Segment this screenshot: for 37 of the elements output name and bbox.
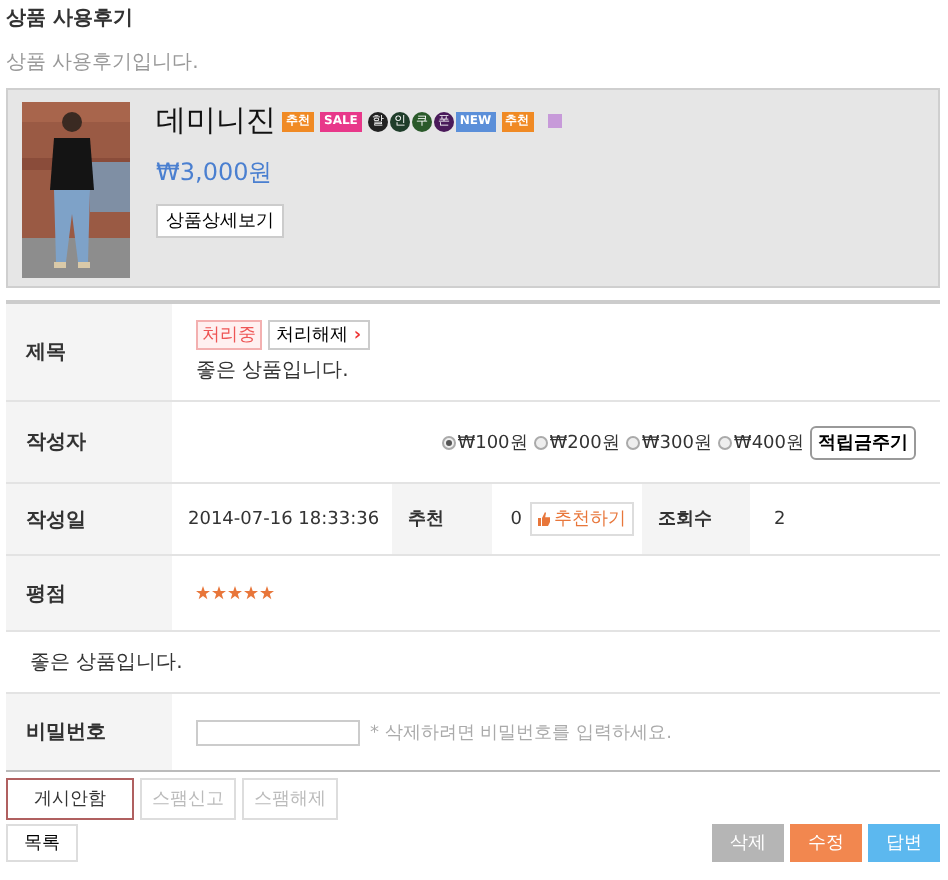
release-button[interactable]: 처리해제 › [268, 320, 370, 350]
radio-label: ₩200원 [549, 431, 620, 455]
product-name: 데미니진 [156, 102, 276, 140]
product-detail-button[interactable]: 상품상세보기 [156, 204, 284, 238]
radio-button[interactable] [717, 435, 732, 449]
thumb-icon [538, 512, 550, 526]
date-value: 2014-07-16 18:33:36 [188, 509, 380, 529]
field-label: 제목 [26, 340, 66, 366]
review-content: 좋은 상품입니다. [30, 650, 183, 676]
field-label: 비밀번호 [26, 720, 106, 746]
page-subtitle: 상품 사용후기입니다. [6, 50, 199, 76]
field-label: 작성일 [26, 507, 86, 533]
recommend-button[interactable]: 추천하기 [530, 502, 634, 536]
action-button[interactable]: 삭제 [712, 824, 784, 862]
action-button[interactable]: 수정 [790, 824, 862, 862]
radio-button[interactable] [441, 435, 456, 449]
radio-button[interactable] [533, 435, 548, 449]
radio-button[interactable] [625, 435, 640, 449]
radio-label: ₩300원 [641, 431, 712, 455]
recommend-count: 0 [510, 509, 522, 529]
status-tag: 처리중 [196, 320, 262, 350]
give-points-button[interactable]: 적립금주기 [810, 425, 916, 459]
review-subject: 좋은 상품입니다. [196, 358, 349, 384]
list-button[interactable]: 목록 [6, 824, 78, 862]
password-field[interactable] [196, 719, 360, 745]
field-label: 작성자 [26, 430, 86, 456]
admin-button[interactable]: 게시안함 [6, 778, 134, 820]
field-label: 조회수 [658, 508, 712, 532]
radio-label: ₩400원 [733, 431, 804, 455]
field-label: 추천 [408, 508, 444, 532]
radio-label: ₩100원 [457, 431, 528, 455]
field-label: 평점 [26, 581, 66, 607]
action-button[interactable]: 답변 [868, 824, 940, 862]
password-hint: * 삭제하려면 비밀번호를 입력하세요. [370, 721, 672, 745]
page-title: 상품 사용후기 [6, 6, 133, 32]
product-price: ₩3,000원 [156, 156, 273, 190]
view-count: 2 [774, 509, 786, 529]
